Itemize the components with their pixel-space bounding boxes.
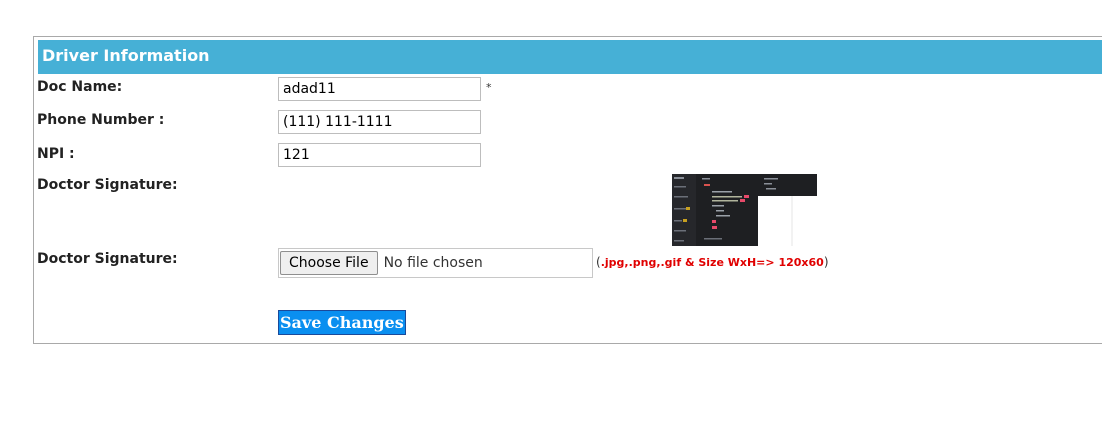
phone-number-label: Phone Number : xyxy=(37,112,165,128)
choose-file-button[interactable]: Choose File xyxy=(280,251,378,275)
driver-information-panel: Driver Information Doc Name: * Phone Num… xyxy=(33,36,1102,344)
doc-name-input[interactable] xyxy=(278,77,481,101)
hint-close-paren: ) xyxy=(823,255,829,269)
signature-file-input[interactable]: Choose File No file chosen xyxy=(278,248,593,278)
section-title: Driver Information xyxy=(38,40,1102,74)
signature-preview-image xyxy=(672,174,817,246)
file-status-text: No file chosen xyxy=(383,255,483,271)
required-marker: * xyxy=(486,81,492,94)
save-changes-button[interactable]: Save Changes xyxy=(278,310,406,335)
hint-text: .jpg,.png,.gif & Size WxH=> 120x60 xyxy=(600,256,824,269)
npi-label: NPI : xyxy=(37,146,75,162)
signature-upload-label: Doctor Signature: xyxy=(37,251,178,267)
phone-number-input[interactable] xyxy=(278,110,481,134)
doctor-signature-label: Doctor Signature: xyxy=(37,177,178,193)
npi-input[interactable] xyxy=(278,143,481,167)
file-format-hint: (.jpg,.png,.gif & Size WxH=> 120x60) xyxy=(596,255,829,269)
doc-name-label: Doc Name: xyxy=(37,79,123,95)
